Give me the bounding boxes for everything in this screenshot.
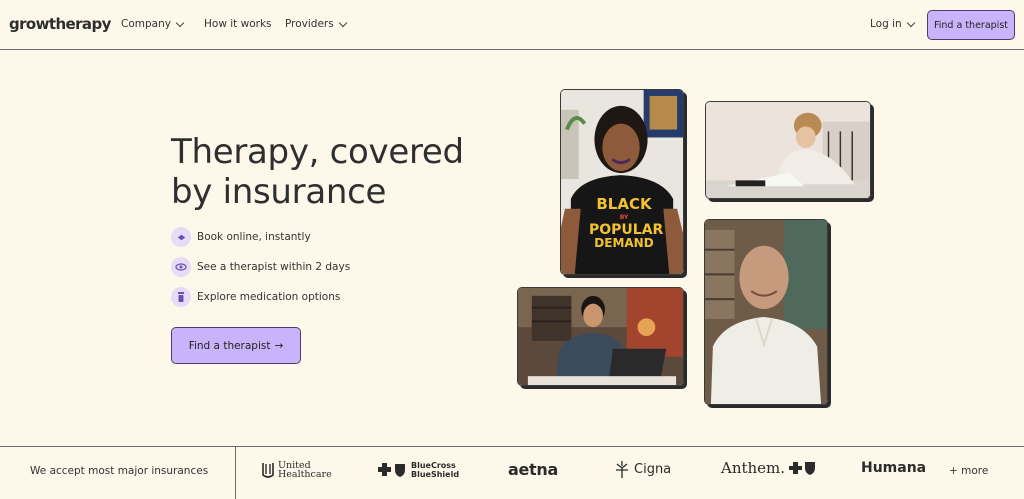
bluecross-blueshield-icon: [378, 463, 405, 477]
humana-logo: Humana: [861, 460, 927, 476]
hero-cta-label: Find a therapist: [188, 339, 271, 352]
photo-man-laptop: [517, 287, 684, 386]
nav-how-it-works[interactable]: How it works: [204, 18, 272, 30]
united-healthcare-icon: [262, 463, 274, 478]
cigna-label: Cigna: [634, 461, 672, 477]
header-find-therapist-button[interactable]: Find a therapist: [927, 10, 1015, 40]
bcbs-line1: BlueCross: [411, 461, 456, 470]
cigna-tree-icon: [616, 461, 628, 478]
shirt-text: BLACK BY POPULAR DEMAND: [589, 195, 663, 250]
more-insurances-link[interactable]: + more: [949, 465, 988, 477]
insurance-strip: We accept most major insurances United H…: [0, 446, 1024, 499]
united-healthcare-logo: United Healthcare: [262, 461, 332, 479]
growtherapy-logo[interactable]: growtherapy: [9, 15, 111, 33]
hero-find-therapist-button[interactable]: Find a therapist →: [171, 327, 301, 364]
login-dropdown[interactable]: Log in: [870, 18, 915, 30]
feature-see-therapist: See a therapist within 2 days: [171, 257, 350, 277]
hero-headline: Therapy, covered by insurance: [171, 132, 501, 212]
login-label: Log in: [870, 18, 902, 30]
chevron-down-icon: [906, 18, 915, 27]
photo-woman-writing: [705, 101, 871, 199]
nav-providers-label: Providers: [285, 18, 334, 30]
pill-bottle-icon: [171, 287, 191, 307]
anthem-logo: Anthem.: [721, 459, 817, 477]
feature-label: Explore medication options: [197, 291, 341, 303]
feature-label: See a therapist within 2 days: [197, 261, 351, 273]
photo-older-man: [704, 219, 828, 405]
bluecross-blueshield-logo: BlueCross BlueShield: [377, 461, 459, 479]
chevron-down-icon: [175, 18, 185, 27]
strip-divider: [235, 447, 236, 499]
nav-company-label: Company: [121, 18, 171, 30]
bcbs-line2: BlueShield: [411, 470, 460, 479]
feature-book-online: Book online, instantly: [171, 227, 311, 247]
nav-providers[interactable]: Providers: [285, 18, 347, 30]
anthem-cross-shield-icon: [789, 462, 816, 475]
shirt-word: BLACK: [596, 195, 652, 213]
arrow-right-icon: →: [274, 339, 284, 352]
chevron-down-icon: [338, 18, 347, 27]
shirt-word: DEMAND: [594, 236, 654, 250]
aetna-logo: aetna: [508, 460, 558, 479]
feature-medication: Explore medication options: [171, 287, 340, 307]
insurance-label: We accept most major insurances: [30, 465, 209, 477]
top-nav-bar: growtherapy Company How it works Provide…: [0, 0, 1024, 50]
feature-label: Book online, instantly: [197, 231, 311, 243]
calendar-icon: [171, 227, 191, 247]
uhc-line2: Healthcare: [278, 469, 332, 480]
cigna-logo: Cigna: [614, 460, 671, 478]
photo-woman-black-shirt: BLACK BY POPULAR DEMAND: [560, 89, 684, 275]
headline-line-2: by insurance: [171, 172, 387, 212]
nav-company[interactable]: Company: [121, 18, 185, 30]
headline-line-1: Therapy, covered: [171, 132, 464, 172]
eye-icon: [171, 257, 191, 277]
nav-how-it-works-label: How it works: [204, 18, 272, 30]
anthem-label: Anthem.: [721, 459, 786, 477]
